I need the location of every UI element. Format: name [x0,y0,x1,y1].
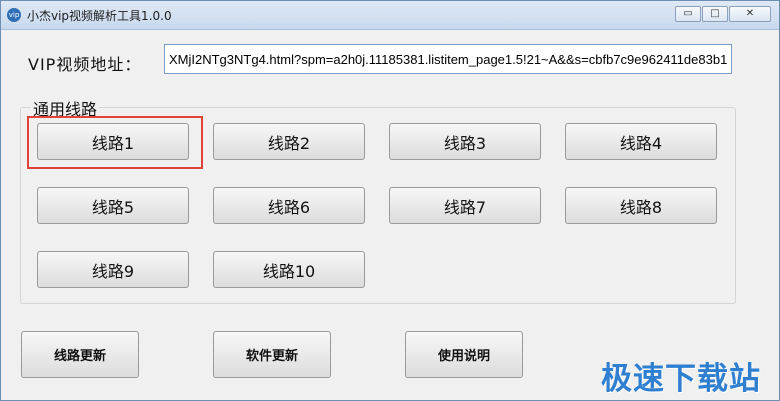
route-1-highlight-box [27,116,203,169]
route-7-button[interactable]: 线路7 [389,187,541,224]
minimize-icon: ▭ [683,8,693,19]
minimize-button[interactable]: ▭ [675,6,701,22]
route-9-button[interactable]: 线路9 [37,251,189,288]
app-window: vip 小杰vip视频解析工具1.0.0 ▭ □ ✕ VIP视频地址： 通用线路… [0,0,780,401]
instructions-button[interactable]: 使用说明 [405,331,523,378]
route-8-button[interactable]: 线路8 [565,187,717,224]
window-controls: ▭ □ ✕ [674,6,771,22]
update-software-button[interactable]: 软件更新 [213,331,331,378]
update-routes-button[interactable]: 线路更新 [21,331,139,378]
route-10-button[interactable]: 线路10 [213,251,365,288]
maximize-icon: □ [710,8,720,19]
title-bar[interactable]: vip 小杰vip视频解析工具1.0.0 ▭ □ ✕ [1,1,779,30]
maximize-button[interactable]: □ [702,6,728,22]
window-title: 小杰vip视频解析工具1.0.0 [27,9,172,23]
close-icon: ✕ [745,8,755,19]
app-logo-icon: vip [7,8,21,22]
route-4-button[interactable]: 线路4 [565,123,717,160]
video-url-input[interactable] [164,44,732,74]
route-5-button[interactable]: 线路5 [37,187,189,224]
route-6-button[interactable]: 线路6 [213,187,365,224]
route-2-button[interactable]: 线路2 [213,123,365,160]
url-label: VIP视频地址： [28,55,142,74]
close-button[interactable]: ✕ [729,6,771,22]
route-3-button[interactable]: 线路3 [389,123,541,160]
site-watermark: 极速下载站 [601,361,761,397]
